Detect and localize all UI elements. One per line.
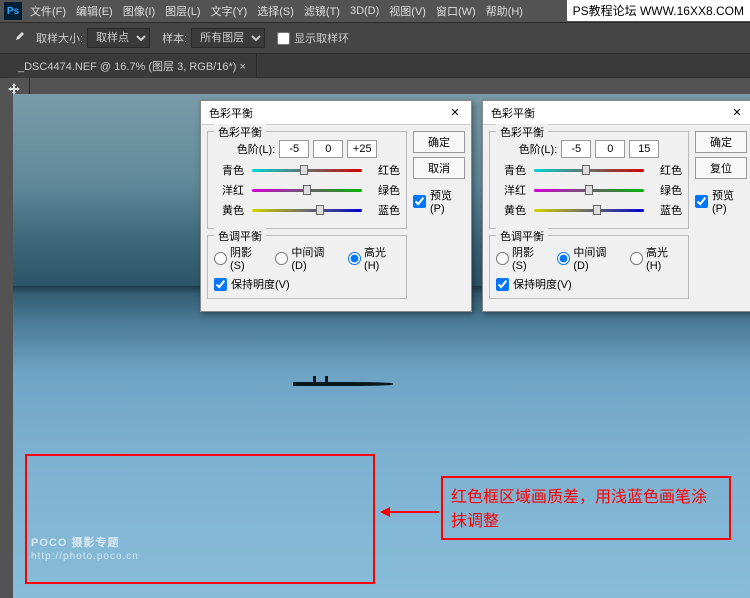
group-title: 色调平衡 bbox=[496, 228, 548, 244]
blue-label: 蓝色 bbox=[652, 202, 682, 218]
menu-help[interactable]: 帮助(H) bbox=[486, 3, 523, 19]
level-3-input[interactable] bbox=[629, 140, 659, 158]
close-icon[interactable]: ✕ bbox=[447, 105, 463, 121]
ok-button[interactable]: 确定 bbox=[413, 131, 465, 153]
show-ring-label: 显示取样环 bbox=[294, 30, 349, 46]
blue-label: 蓝色 bbox=[370, 202, 400, 218]
sample-select[interactable]: 所有图层 bbox=[191, 28, 265, 48]
preserve-luminosity-label: 保持明度(V) bbox=[513, 276, 572, 292]
watermark: PS教程论坛 WWW.16XX8.COM bbox=[567, 0, 750, 21]
magenta-label: 洋红 bbox=[214, 182, 244, 198]
highlights-radio[interactable]: 高光(H) bbox=[348, 244, 400, 272]
menu-3d[interactable]: 3D(D) bbox=[350, 5, 379, 17]
cyan-label: 青色 bbox=[214, 162, 244, 178]
menu-type[interactable]: 文字(Y) bbox=[211, 3, 248, 19]
yellow-label: 黄色 bbox=[496, 202, 526, 218]
cyan-red-slider[interactable] bbox=[252, 163, 362, 177]
shadows-radio[interactable]: 阴影(S) bbox=[214, 244, 265, 272]
preview-checkbox[interactable] bbox=[695, 195, 708, 208]
dialog-titlebar[interactable]: 色彩平衡 ✕ bbox=[483, 101, 750, 125]
color-balance-dialog-2: 色彩平衡 ✕ 色彩平衡 色阶(L): 青色 红色 洋红 绿色 黄色 蓝色 色调平衡 阴… bbox=[482, 100, 750, 312]
menu-window[interactable]: 窗口(W) bbox=[436, 3, 476, 19]
annotation-arrow bbox=[383, 511, 439, 513]
dialog-title: 色彩平衡 bbox=[209, 105, 253, 121]
midtones-radio[interactable]: 中间调(D) bbox=[275, 244, 338, 272]
magenta-green-slider[interactable] bbox=[534, 183, 644, 197]
document-tab[interactable]: _DSC4474.NEF @ 16.7% (图层 3, RGB/16*) × bbox=[8, 54, 257, 78]
magenta-green-slider[interactable] bbox=[252, 183, 362, 197]
color-balance-dialog-1: 色彩平衡 ✕ 色彩平衡 色阶(L): 青色 红色 洋红 绿色 黄色 蓝色 色调平衡 阴… bbox=[200, 100, 472, 312]
cyan-label: 青色 bbox=[496, 162, 526, 178]
boat bbox=[293, 376, 393, 386]
magenta-label: 洋红 bbox=[496, 182, 526, 198]
red-label: 红色 bbox=[652, 162, 682, 178]
group-title: 色调平衡 bbox=[214, 228, 266, 244]
sample-size-label: 取样大小: bbox=[36, 30, 83, 46]
level-2-input[interactable] bbox=[595, 140, 625, 158]
green-label: 绿色 bbox=[370, 182, 400, 198]
dialog-title: 色彩平衡 bbox=[491, 105, 535, 121]
color-balance-group: 色彩平衡 色阶(L): 青色红色 洋红绿色 黄色蓝色 bbox=[489, 131, 689, 229]
reset-button[interactable]: 复位 bbox=[695, 157, 747, 179]
yellow-label: 黄色 bbox=[214, 202, 244, 218]
ok-button[interactable]: 确定 bbox=[695, 131, 747, 153]
tone-balance-group: 色调平衡 阴影(S) 中间调(D) 高光(H) 保持明度(V) bbox=[489, 235, 689, 299]
cancel-button[interactable]: 取消 bbox=[413, 157, 465, 179]
level-2-input[interactable] bbox=[313, 140, 343, 158]
level-1-input[interactable] bbox=[279, 140, 309, 158]
options-bar: 取样大小: 取样点 样本: 所有图层 显示取样环 bbox=[0, 22, 750, 54]
menu-select[interactable]: 选择(S) bbox=[257, 3, 294, 19]
levels-label: 色阶(L): bbox=[237, 141, 276, 157]
document-tab-bar: _DSC4474.NEF @ 16.7% (图层 3, RGB/16*) × bbox=[0, 54, 750, 78]
group-title: 色彩平衡 bbox=[214, 124, 266, 140]
color-balance-group: 色彩平衡 色阶(L): 青色红色 洋红绿色 黄色蓝色 bbox=[207, 131, 407, 229]
preserve-luminosity-checkbox[interactable] bbox=[496, 278, 509, 291]
menu-layer[interactable]: 图层(L) bbox=[165, 3, 200, 19]
show-ring-checkbox[interactable] bbox=[277, 32, 290, 45]
midtones-radio[interactable]: 中间调(D) bbox=[557, 244, 620, 272]
levels-label: 色阶(L): bbox=[519, 141, 558, 157]
cyan-red-slider[interactable] bbox=[534, 163, 644, 177]
ps-logo: Ps bbox=[4, 2, 22, 20]
yellow-blue-slider[interactable] bbox=[534, 203, 644, 217]
menu-file[interactable]: 文件(F) bbox=[30, 3, 66, 19]
red-label: 红色 bbox=[370, 162, 400, 178]
highlights-radio[interactable]: 高光(H) bbox=[630, 244, 682, 272]
menu-filter[interactable]: 滤镜(T) bbox=[304, 3, 340, 19]
annotation-box-area bbox=[25, 454, 375, 584]
tone-balance-group: 色调平衡 阴影(S) 中间调(D) 高光(H) 保持明度(V) bbox=[207, 235, 407, 299]
level-3-input[interactable] bbox=[347, 140, 377, 158]
preserve-luminosity-label: 保持明度(V) bbox=[231, 276, 290, 292]
menu-image[interactable]: 图像(I) bbox=[123, 3, 155, 19]
menu-edit[interactable]: 编辑(E) bbox=[76, 3, 113, 19]
preview-checkbox[interactable] bbox=[413, 195, 426, 208]
sample-label: 样本: bbox=[162, 30, 187, 46]
shadows-radio[interactable]: 阴影(S) bbox=[496, 244, 547, 272]
yellow-blue-slider[interactable] bbox=[252, 203, 362, 217]
preview-label: 预览(P) bbox=[430, 187, 465, 215]
eyedropper-icon[interactable] bbox=[8, 28, 28, 48]
close-icon[interactable]: ✕ bbox=[729, 105, 745, 121]
sample-size-select[interactable]: 取样点 bbox=[87, 28, 150, 48]
preserve-luminosity-checkbox[interactable] bbox=[214, 278, 227, 291]
preview-label: 预览(P) bbox=[712, 187, 747, 215]
green-label: 绿色 bbox=[652, 182, 682, 198]
level-1-input[interactable] bbox=[561, 140, 591, 158]
annotation-text-box: 红色框区域画质差，用浅蓝色画笔涂抹调整 bbox=[441, 476, 731, 540]
group-title: 色彩平衡 bbox=[496, 124, 548, 140]
menu-view[interactable]: 视图(V) bbox=[389, 3, 426, 19]
dialog-titlebar[interactable]: 色彩平衡 ✕ bbox=[201, 101, 471, 125]
